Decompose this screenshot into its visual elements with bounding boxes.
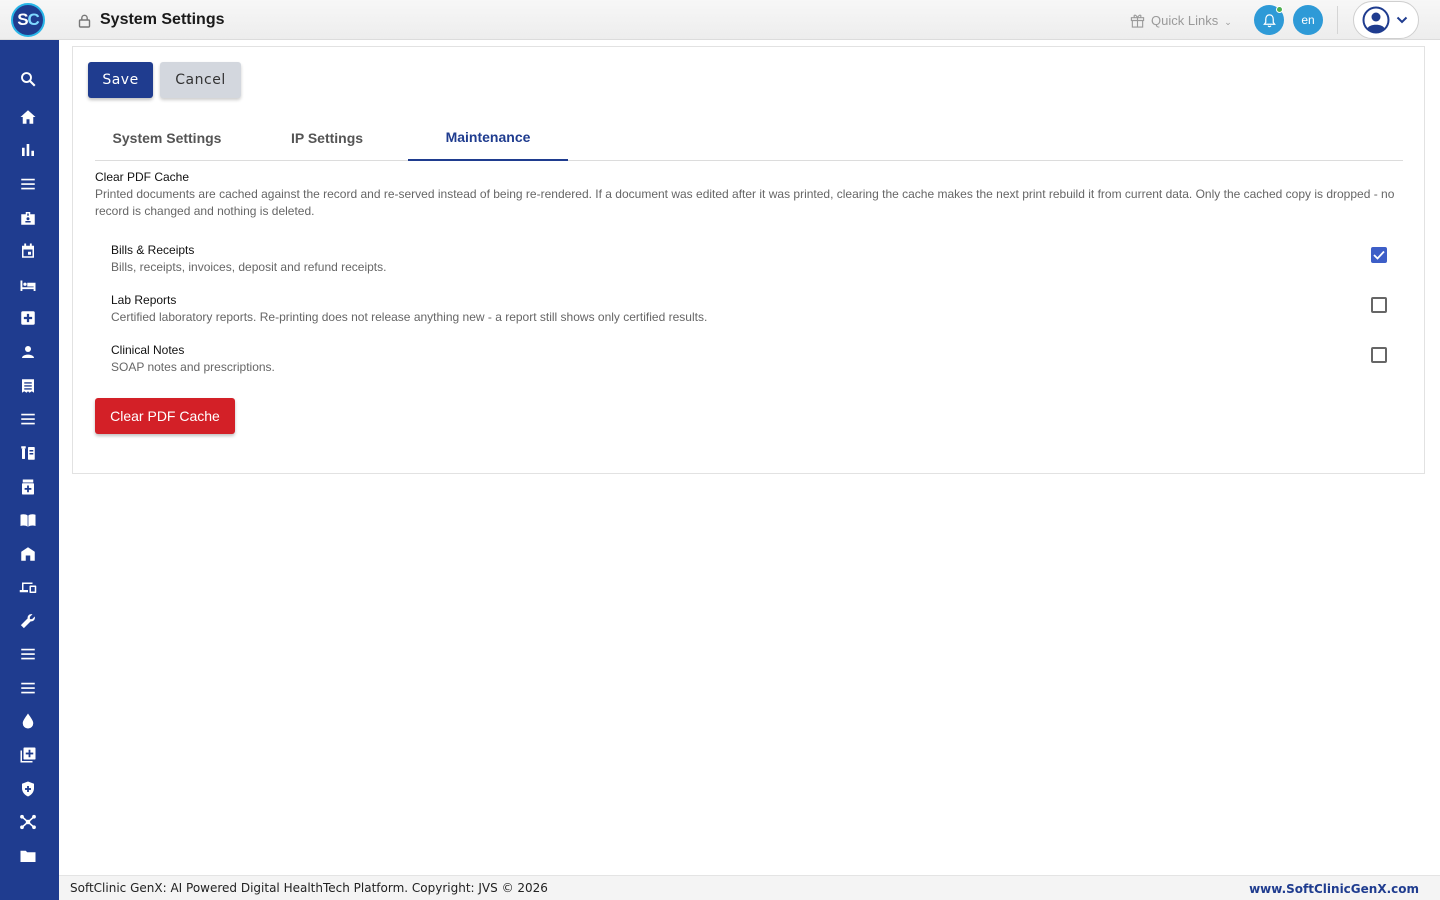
app-logo[interactable]: SC [11, 3, 45, 37]
option-label: Clinical Notes [111, 343, 185, 357]
sidebar-item-pharmacy[interactable] [18, 477, 38, 497]
sidebar-item-billing[interactable] [18, 376, 38, 396]
clinical-notes-checkbox[interactable] [1371, 347, 1387, 363]
tab-ip-settings[interactable]: IP Settings [259, 115, 395, 161]
lock-icon [78, 14, 91, 28]
badge-icon [21, 212, 35, 225]
tab-system-settings[interactable]: System Settings [95, 115, 239, 161]
drop-icon [22, 713, 34, 729]
sidebar-item-blood-bank[interactable] [18, 711, 38, 731]
shield-icon [22, 781, 34, 797]
option-description: Certified laboratory reports. Re-printin… [111, 310, 708, 324]
option-row-clinical: Clinical Notes SOAP notes and prescripti… [111, 343, 1401, 379]
option-label: Bills & Receipts [111, 243, 195, 257]
menu-icon [21, 648, 35, 660]
folder-icon [20, 850, 36, 862]
receipt-icon [22, 379, 34, 393]
sidebar-item-security[interactable] [18, 779, 38, 799]
sidebar-item-home[interactable] [18, 107, 38, 127]
divider [1337, 6, 1338, 34]
option-description: Bills, receipts, invoices, deposit and r… [111, 260, 387, 274]
sidebar-item-menu-4[interactable] [18, 678, 38, 698]
cancel-button[interactable]: Cancel [160, 62, 241, 98]
sidebar-item-badge[interactable] [18, 208, 38, 228]
bar-chart-icon [22, 144, 34, 156]
option-label: Lab Reports [111, 293, 177, 307]
network-icon [20, 814, 36, 830]
sidebar-item-medical[interactable] [18, 308, 38, 328]
clear-pdf-cache-button[interactable]: Clear PDF Cache [95, 398, 235, 434]
option-description: SOAP notes and prescriptions. [111, 360, 275, 374]
chevron-down-icon: ⌄ [1224, 16, 1232, 27]
avatar-icon [1362, 6, 1390, 34]
sidebar-item-files[interactable] [18, 846, 38, 866]
medical-plus-icon [21, 311, 35, 325]
settings-tabs: System Settings IP Settings Maintenance [95, 115, 1403, 161]
notification-dot [1276, 6, 1283, 13]
book-icon [20, 514, 36, 527]
sidebar-item-network[interactable] [18, 812, 38, 832]
menu-icon [21, 413, 35, 425]
footer: SoftClinic GenX: AI Powered Digital Heal… [59, 875, 1440, 900]
bell-icon [1262, 13, 1276, 27]
section-title: Clear PDF Cache [95, 170, 190, 184]
home-icon [20, 110, 36, 124]
medicine-icon [22, 479, 34, 495]
calendar-icon [22, 243, 34, 258]
search-icon [21, 72, 36, 87]
top-bar: SC System Settings Quick Links ⌄ en [0, 0, 1440, 40]
sidebar-item-lab[interactable] [18, 443, 38, 463]
quick-links-menu[interactable]: Quick Links ⌄ [1130, 10, 1232, 30]
sidebar-item-menu-3[interactable] [18, 644, 38, 664]
sidebar-item-search[interactable] [18, 69, 38, 89]
notifications-button[interactable] [1254, 5, 1284, 35]
language-button[interactable]: en [1293, 5, 1323, 35]
sidebar-item-menu-2[interactable] [18, 409, 38, 429]
sidebar-item-library[interactable] [18, 510, 38, 530]
check-icon [1373, 250, 1385, 260]
menu-icon [21, 178, 35, 190]
sidebar-item-beds[interactable] [18, 275, 38, 295]
page-title: System Settings [100, 11, 225, 28]
option-row-lab: Lab Reports Certified laboratory reports… [111, 293, 1401, 329]
wrench-icon [20, 614, 35, 629]
sidebar-item-facility[interactable] [18, 544, 38, 564]
footer-website-link[interactable]: www.SoftClinicGenX.com [1249, 882, 1419, 896]
sidebar-item-tools[interactable] [18, 611, 38, 631]
option-row-bills: Bills & Receipts Bills, receipts, invoic… [111, 243, 1401, 279]
lab-reports-checkbox[interactable] [1371, 297, 1387, 313]
add-box-icon [20, 747, 36, 763]
lab-icon [21, 446, 35, 460]
sidebar [0, 40, 59, 900]
sidebar-item-menu-1[interactable] [18, 174, 38, 194]
building-icon [21, 547, 35, 561]
footer-copyright: SoftClinic GenX: AI Powered Digital Heal… [70, 881, 548, 895]
chevron-down-icon [1396, 16, 1408, 24]
sidebar-item-calendar[interactable] [18, 241, 38, 261]
section-description: Printed documents are cached against the… [95, 187, 1395, 218]
menu-icon [21, 682, 35, 694]
quick-links-label: Quick Links [1151, 12, 1219, 28]
bills-receipts-checkbox[interactable] [1371, 247, 1387, 263]
devices-icon [19, 582, 37, 593]
sidebar-item-patients[interactable] [18, 342, 38, 362]
bed-icon [20, 280, 36, 291]
sidebar-item-add-library[interactable] [18, 745, 38, 765]
sidebar-item-devices[interactable] [18, 577, 38, 597]
user-menu[interactable] [1353, 1, 1419, 39]
sidebar-item-reports[interactable] [18, 140, 38, 160]
save-button[interactable]: Save [88, 62, 153, 98]
settings-card: Save Cancel System Settings IP Settings … [72, 46, 1425, 474]
tab-maintenance[interactable]: Maintenance [408, 115, 568, 161]
gift-icon [1130, 14, 1145, 28]
person-icon [22, 346, 34, 358]
